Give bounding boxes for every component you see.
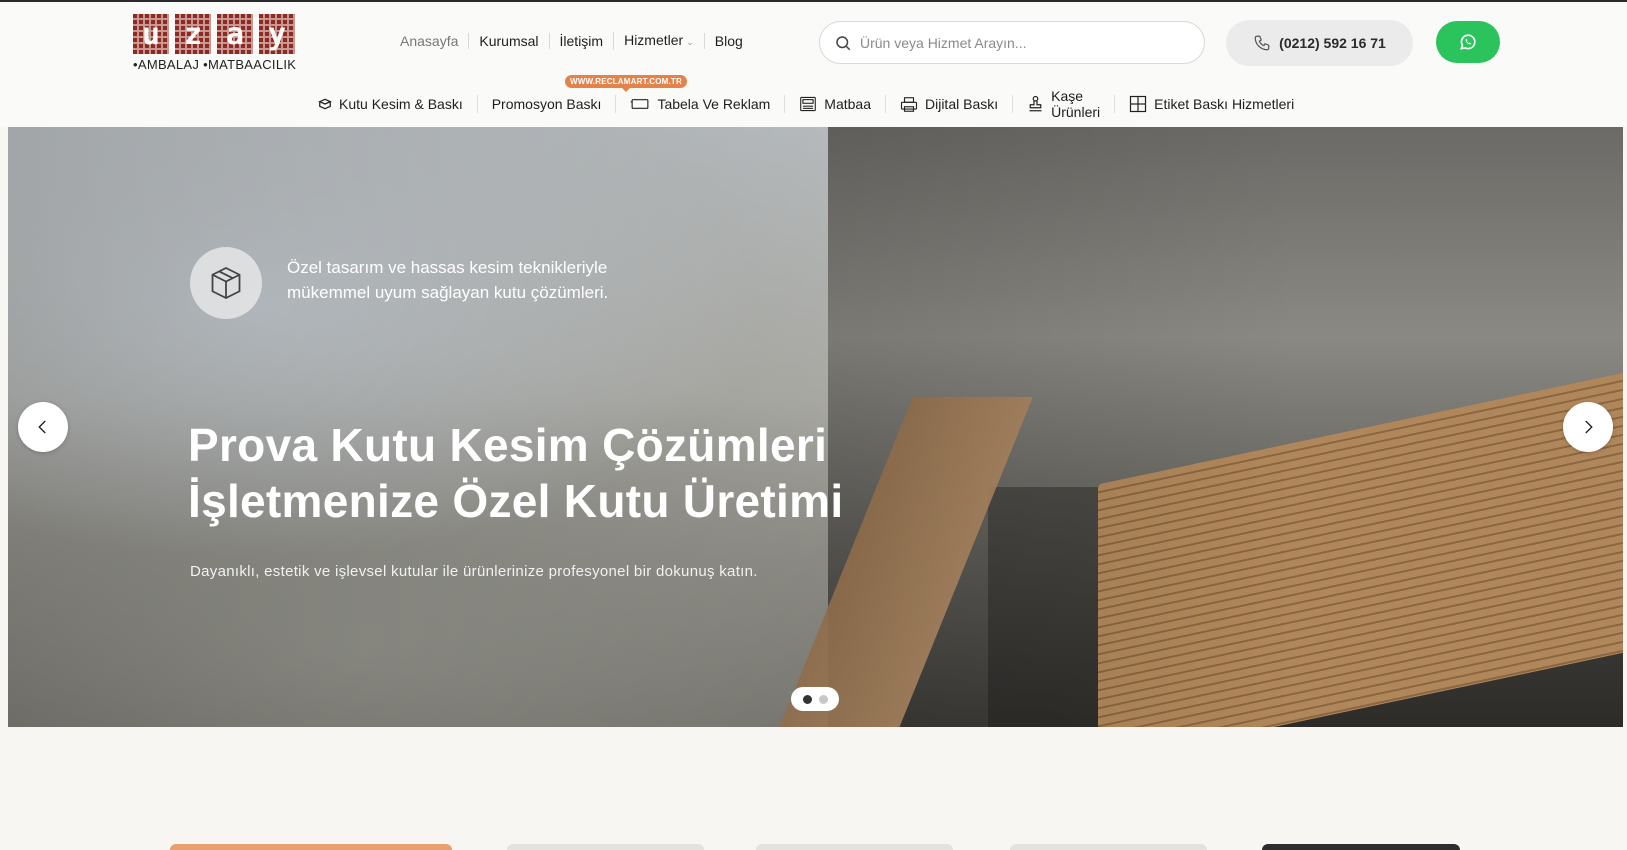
card-edge: [1262, 844, 1460, 850]
slider-pagination: [791, 687, 839, 711]
category-label-print[interactable]: Etiket Baskı Hizmetleri: [1114, 95, 1308, 113]
phone-button[interactable]: (0212) 592 16 71: [1226, 20, 1413, 66]
cards-row-top-edge: [0, 844, 1627, 850]
logo-letter: u: [141, 16, 161, 52]
category-label-stack: Kaşe Ürünleri: [1051, 88, 1100, 120]
nav-blog[interactable]: Blog: [703, 33, 753, 49]
card-edge: [1010, 844, 1207, 850]
category-label: Tabela Ve Reklam: [657, 96, 771, 112]
signboard-icon: [631, 99, 649, 109]
search-icon: [836, 35, 851, 50]
slider-prev-button[interactable]: [18, 402, 68, 452]
phone-number: (0212) 592 16 71: [1279, 35, 1386, 51]
chevron-left-icon: [38, 420, 46, 434]
hero-description: Dayanıklı, estetik ve işlevsel kutular i…: [190, 563, 758, 580]
main-nav: Anasayfa Kurumsal İletişim Hizmetler ⌄ Bl…: [400, 32, 753, 50]
logo[interactable]: u z a y •AMBALAJ •MATBAACILIK: [133, 14, 305, 76]
whatsapp-icon: [1460, 34, 1476, 50]
category-box-cutting[interactable]: Kutu Kesim & Baskı: [318, 95, 477, 113]
box-icon: [318, 98, 332, 110]
category-label: Ürünleri: [1051, 104, 1101, 120]
card-edge: [756, 844, 953, 850]
press-icon: [800, 96, 817, 112]
logo-letter: a: [225, 16, 245, 52]
category-nav: Kutu Kesim & Baskı Promosyon Baskı Tabel…: [318, 87, 1308, 121]
category-label: Matbaa: [824, 96, 871, 112]
category-label: Promosyon Baskı: [491, 96, 602, 112]
hero-subtitle: Özel tasarım ve hassas kesim teknikleriy…: [287, 258, 609, 302]
nav-services-label: Hizmetler: [624, 32, 684, 48]
logo-mark: u z a y: [133, 14, 305, 54]
hero-title-line2: İşletmenize Özel Kutu Üretimi: [188, 475, 844, 527]
phone-icon: [1254, 35, 1270, 51]
category-label: Kutu Kesim & Baskı: [339, 96, 463, 112]
logo-letter: z: [183, 16, 203, 52]
slider-dot[interactable]: [802, 694, 812, 704]
search-input[interactable]: [860, 34, 1160, 51]
nav-contact[interactable]: İletişim: [548, 33, 614, 49]
nav-corporate[interactable]: Kurumsal: [468, 33, 548, 49]
site-header: u z a y •AMBALAJ •MATBAACILIK Anasayfa K…: [0, 2, 1627, 127]
logo-letter: y: [267, 16, 287, 52]
slider-dot[interactable]: [818, 694, 828, 704]
slider-next-button[interactable]: [1563, 402, 1613, 452]
chevron-right-icon: [1585, 420, 1593, 434]
card-edge: [507, 844, 704, 850]
category-signboard[interactable]: Tabela Ve Reklam: [615, 95, 784, 113]
category-digital-print[interactable]: Dijital Baskı: [884, 95, 1012, 113]
hero-title-line1: Prova Kutu Kesim Çözümleri: [188, 419, 828, 471]
grid-icon: [1130, 95, 1147, 113]
category-label: Etiket Baskı Hizmetleri: [1154, 96, 1295, 112]
search-box: [819, 21, 1205, 64]
category-stamp[interactable]: Kaşe Ürünleri: [1012, 88, 1114, 120]
hero-title: Prova Kutu Kesim Çözümleri İşletmenize Ö…: [188, 417, 888, 529]
hero-icon-circle: [190, 247, 262, 319]
package-icon: [211, 266, 241, 300]
category-press[interactable]: Matbaa: [784, 95, 885, 113]
chevron-down-icon: ⌄: [686, 37, 694, 47]
printer-icon: [900, 96, 918, 112]
category-label: Dijital Baskı: [924, 96, 999, 112]
hero-slider: Özel tasarım ve hassas kesim teknikleriy…: [8, 127, 1623, 727]
category-promotion[interactable]: Promosyon Baskı: [476, 95, 616, 113]
nav-home[interactable]: Anasayfa: [400, 33, 468, 49]
whatsapp-button[interactable]: [1436, 21, 1500, 63]
logo-tagline: •AMBALAJ •MATBAACILIK: [133, 57, 297, 72]
stamp-icon: [1029, 95, 1042, 112]
category-label: Kaşe: [1051, 88, 1084, 104]
card-edge: [170, 844, 452, 850]
nav-services[interactable]: Hizmetler ⌄: [613, 32, 704, 50]
